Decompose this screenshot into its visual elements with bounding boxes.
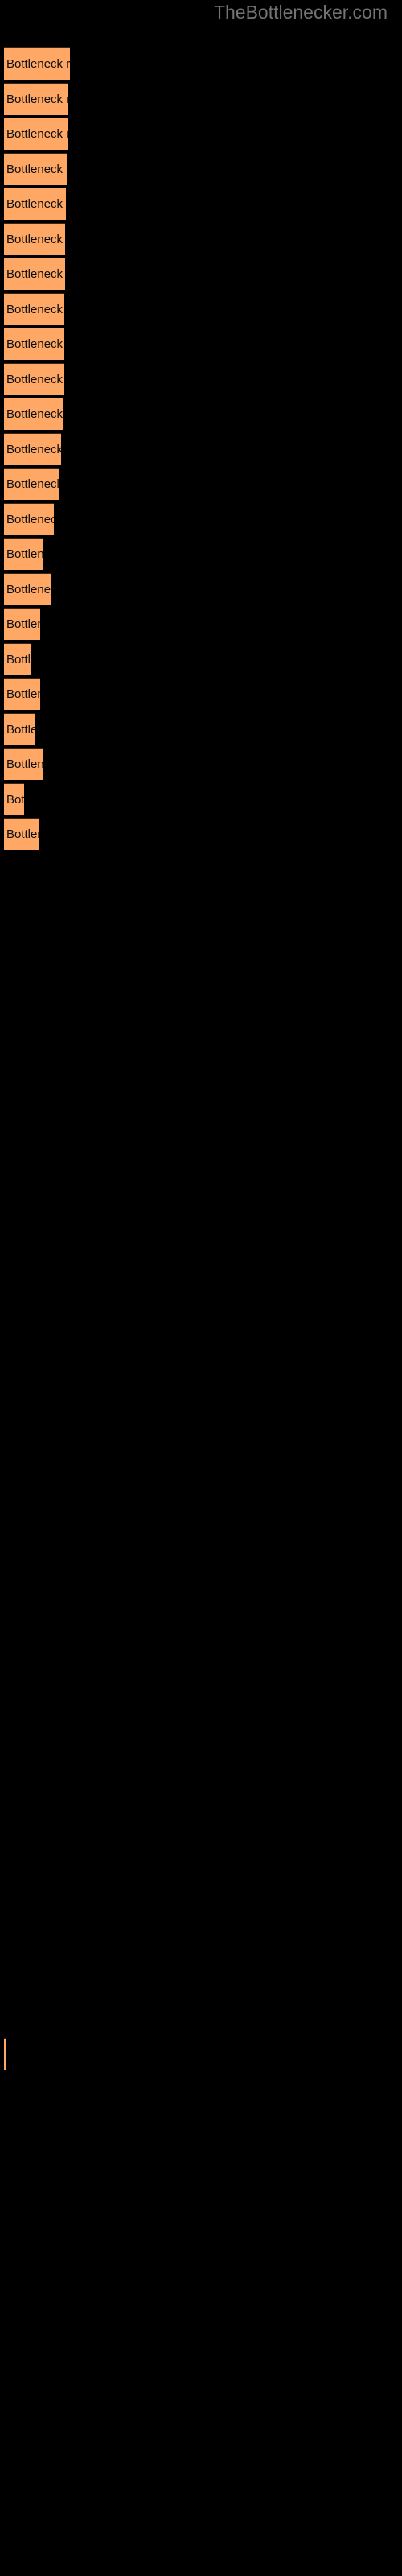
bar-rect[interactable]: Bottleneck result	[4, 713, 35, 745]
legend-color-swatch	[4, 2038, 6, 2070]
bar-label: Bottleneck result	[6, 93, 68, 106]
bar-rect[interactable]: Bottleneck result	[4, 748, 43, 780]
bar-row[interactable]: Bottleneck result	[4, 678, 40, 710]
bar-label: Bottleneck result	[6, 513, 54, 526]
bar-row[interactable]: Bottleneck result	[4, 118, 68, 150]
bar-row[interactable]: Bottleneck result	[4, 47, 70, 80]
bar-label: Bottleneck result	[6, 303, 64, 316]
bar-label: Bottleneck result	[6, 267, 65, 281]
bar-rect[interactable]: Bottleneck result	[4, 468, 59, 500]
bar-label: Bottleneck result	[6, 653, 31, 667]
bar-rect[interactable]: Bottleneck result	[4, 783, 24, 815]
bar-label: Bottleneck result	[6, 373, 64, 386]
bar-label: Bottleneck result	[6, 443, 61, 456]
bar-rect[interactable]: Bottleneck result	[4, 608, 40, 640]
bar-label: Bottleneck result	[6, 687, 40, 701]
bar-label: Bottleneck result	[6, 477, 59, 491]
bar-rect[interactable]: Bottleneck result	[4, 503, 54, 535]
bar-row[interactable]: Bottleneck result	[4, 538, 43, 570]
bar-label: Bottleneck result	[6, 793, 24, 807]
bar-series-container: Bottleneck result Bottleneck result Bottle…	[0, 0, 402, 1771]
bar-row[interactable]: Bottleneck result	[4, 223, 65, 255]
bar-label: Bottleneck result	[6, 547, 43, 561]
bar-row[interactable]: Bottleneck result	[4, 188, 66, 220]
bar-row[interactable]: Bottleneck result	[4, 328, 64, 360]
bar-label: Bottleneck result	[6, 57, 70, 71]
bar-rect[interactable]: Bottleneck result	[4, 643, 31, 675]
bar-row[interactable]: Bottleneck result	[4, 713, 35, 745]
bar-row[interactable]: Bottleneck result	[4, 818, 39, 850]
bar-row[interactable]: Bottleneck result	[4, 363, 64, 395]
bar-rect[interactable]: Bottleneck result	[4, 188, 66, 220]
bar-label: Bottleneck result	[6, 617, 40, 631]
bar-label: Bottleneck result	[6, 233, 65, 246]
bar-rect[interactable]: Bottleneck result	[4, 47, 70, 80]
bar-rect[interactable]: Bottleneck result	[4, 328, 64, 360]
bar-label: Bottleneck result	[6, 758, 43, 771]
bar-rect[interactable]: Bottleneck result	[4, 538, 43, 570]
bar-rect[interactable]: Bottleneck result	[4, 818, 39, 850]
bar-rect[interactable]: Bottleneck result	[4, 293, 64, 325]
bar-row[interactable]: Bottleneck result	[4, 433, 61, 465]
bar-row[interactable]: Bottleneck result	[4, 608, 40, 640]
bar-rect[interactable]: Bottleneck result	[4, 433, 61, 465]
bar-row[interactable]: Bottleneck result	[4, 468, 59, 500]
bar-label: Bottleneck result	[6, 828, 39, 841]
bar-label: Bottleneck result	[6, 407, 63, 421]
bar-label: Bottleneck result	[6, 197, 66, 211]
bar-row[interactable]: Bottleneck result	[4, 643, 31, 675]
bar-rect[interactable]: Bottleneck result	[4, 573, 51, 605]
bar-row[interactable]: Bottleneck result	[4, 783, 24, 815]
bar-label: Bottleneck result	[6, 163, 67, 176]
bar-row[interactable]: Bottleneck result	[4, 83, 68, 115]
bar-rect[interactable]: Bottleneck result	[4, 398, 63, 430]
bar-row[interactable]: Bottleneck result	[4, 258, 65, 290]
bar-label: Bottleneck result	[6, 583, 51, 597]
bar-label: Bottleneck result	[6, 127, 68, 141]
bar-rect[interactable]: Bottleneck result	[4, 83, 68, 115]
bar-rect[interactable]: Bottleneck result	[4, 258, 65, 290]
bar-rect[interactable]: Bottleneck result	[4, 153, 67, 185]
chart-legend	[4, 2038, 402, 2070]
bar-row[interactable]: Bottleneck result	[4, 503, 54, 535]
bar-row[interactable]: Bottleneck result	[4, 748, 43, 780]
bottleneck-bar-chart: TheBottlenecker.com Bottleneck resultBot…	[0, 0, 402, 2576]
bar-row[interactable]: Bottleneck result	[4, 573, 51, 605]
bar-label: Bottleneck result	[6, 337, 64, 351]
bar-rect[interactable]: Bottleneck result	[4, 223, 65, 255]
bar-row[interactable]: Bottleneck result	[4, 153, 67, 185]
bar-row[interactable]: Bottleneck result	[4, 398, 63, 430]
bar-label: Bottleneck result	[6, 723, 35, 737]
bar-rect[interactable]: Bottleneck result	[4, 363, 64, 395]
bar-rect[interactable]: Bottleneck result	[4, 118, 68, 150]
bar-rect[interactable]: Bottleneck result	[4, 678, 40, 710]
bar-row[interactable]: Bottleneck result	[4, 293, 64, 325]
